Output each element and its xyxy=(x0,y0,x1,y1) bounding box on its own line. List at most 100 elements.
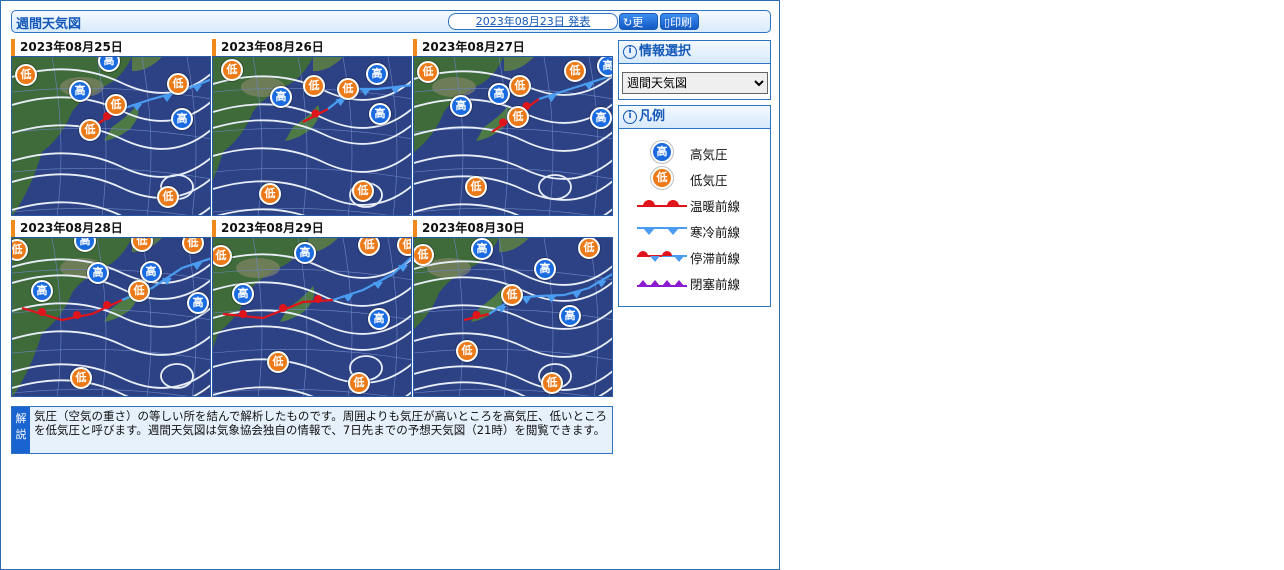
high-pressure-marker: 高 xyxy=(559,305,581,327)
legend-header: i 凡例 xyxy=(619,106,770,129)
low-pressure-marker: 低 xyxy=(456,340,478,362)
refresh-button[interactable]: ↻更新 xyxy=(619,13,658,46)
legend-item: 温暖前線 xyxy=(619,192,770,216)
warm-front-marker xyxy=(314,295,322,303)
warm-front-icon-svg xyxy=(637,200,687,207)
high-pressure-marker: 高 xyxy=(471,238,493,260)
low-pressure-marker: 低 xyxy=(128,280,150,302)
latlon-gridline xyxy=(12,349,210,360)
low-pressure-marker: 低 xyxy=(578,238,600,259)
map-cell[interactable]: 2023年08月28日低高高高低高低低高低 xyxy=(11,220,211,397)
map-date-label: 2023年08月26日 xyxy=(212,39,412,56)
high-pressure-marker: 高 xyxy=(450,95,472,117)
print-button[interactable]: ▯印刷 xyxy=(660,13,699,30)
high-pressure-marker: 高 xyxy=(270,86,292,108)
isobar-line xyxy=(414,365,612,391)
cold-front-marker xyxy=(192,263,202,270)
low-pressure-marker: 低 xyxy=(541,372,563,394)
isobar-line xyxy=(12,201,210,215)
cold-front-marker xyxy=(162,95,172,102)
map-cell[interactable]: 2023年08月27日低高高低低低高高低 xyxy=(413,39,613,216)
low-pressure-marker: 低 xyxy=(414,244,434,266)
low-pressure-marker: 低 xyxy=(337,78,359,100)
weather-map-image[interactable]: 低高低低高高低低 xyxy=(212,56,412,216)
high-pressure-marker: 高 xyxy=(294,242,316,264)
isobar-line xyxy=(12,330,210,356)
low-pressure-marker: 低 xyxy=(157,186,179,208)
warm-front-marker xyxy=(73,311,81,319)
low-pressure-marker: 低 xyxy=(564,60,586,82)
legend-label: 温暖前線 xyxy=(690,199,741,214)
weekly-weather-widget: 週間天気図 2023年08月23日 発表 ↻更新 ▯印刷 2023年08月25日… xyxy=(0,0,780,570)
map-date-label: 2023年08月27日 xyxy=(413,39,613,56)
map-cell[interactable]: 2023年08月29日低高高高低低低低 xyxy=(212,220,412,397)
isobar-line xyxy=(414,126,612,152)
northern-land xyxy=(132,57,162,72)
map-date-label: 2023年08月30日 xyxy=(413,220,613,237)
warm-front-marker xyxy=(103,301,111,309)
info-select-panel: i 情報選択 週間天気図 xyxy=(618,40,771,100)
cold-front-icon-svg xyxy=(637,227,687,235)
high-pressure-marker: 高 xyxy=(534,258,556,280)
warm-front-marker xyxy=(499,118,507,127)
low-pressure-marker: 低 xyxy=(303,75,325,97)
high-pressure-marker: 高 xyxy=(140,261,162,283)
low-pressure-marker: 低 xyxy=(501,284,523,306)
high-pressure-marker: 高 xyxy=(232,283,254,305)
legend-label: 停滞前線 xyxy=(690,251,741,266)
legend-title: 凡例 xyxy=(639,109,666,124)
northern-land xyxy=(313,57,343,72)
low-pressure-marker: 低 xyxy=(509,75,531,97)
explanation-box: 解説 気圧（空気の重さ）の等しい所を結んで解析したものです。周囲よりも気圧が高い… xyxy=(11,406,613,454)
low-pressure-marker: 低 xyxy=(15,64,37,86)
weather-map-image[interactable]: 低高高低低低高低 xyxy=(11,56,211,216)
map-cell[interactable]: 2023年08月30日低高低高低高低低 xyxy=(413,220,613,397)
cold-front-marker xyxy=(546,95,557,102)
refresh-icon: ↻ xyxy=(623,16,633,29)
low-pressure-marker: 低 xyxy=(259,183,281,205)
low-pressure-marker: 低 xyxy=(105,94,127,116)
weather-map-image[interactable]: 低高高高低高低低高低 xyxy=(11,237,211,397)
weather-map-image[interactable]: 低高高低低低高高低 xyxy=(413,56,613,216)
low-pressure-icon: 低 xyxy=(635,166,689,190)
low-pressure-marker: 低 xyxy=(221,59,243,81)
high-pressure-marker: 高 xyxy=(369,103,391,125)
page-title: 週間天気図 xyxy=(16,17,82,32)
high-pressure-marker: 高 xyxy=(368,308,390,330)
high-pressure-marker: 高 xyxy=(87,262,109,284)
isobar-line xyxy=(213,325,411,351)
low-pressure-marker: 低 xyxy=(507,106,529,128)
northern-land xyxy=(499,238,529,253)
map-cell[interactable]: 2023年08月26日低高低低高高低低 xyxy=(212,39,412,216)
low-pressure-marker: 低 xyxy=(70,367,92,389)
cold-front-marker xyxy=(373,282,383,289)
occluded-front-icon-svg xyxy=(637,280,687,287)
map-date-label: 2023年08月29日 xyxy=(212,220,412,237)
low-pressure-marker: 低 xyxy=(267,351,289,373)
cold-front-marker xyxy=(571,291,582,299)
cold-front-icon xyxy=(635,218,689,242)
latlon-gridline xyxy=(498,57,509,215)
high-pressure-marker: 高 xyxy=(366,63,388,85)
cold-front-marker xyxy=(343,295,353,302)
cold-front-marker xyxy=(360,89,371,96)
occluded-front-icon xyxy=(635,270,689,294)
info-select-dropdown[interactable]: 週間天気図 xyxy=(622,72,768,94)
northern-land xyxy=(504,57,534,72)
isobar-line xyxy=(12,173,210,199)
weather-map-image[interactable]: 低高高高低低低低 xyxy=(212,237,412,397)
isobar-line xyxy=(414,332,612,358)
map-date-label: 2023年08月25日 xyxy=(11,39,211,56)
isobar-line xyxy=(12,152,210,178)
published-date-link[interactable]: 2023年08月23日 発表 xyxy=(448,13,618,30)
explanation-tag: 解説 xyxy=(12,407,30,453)
map-cell[interactable]: 2023年08月25日低高高低低低高低 xyxy=(11,39,211,216)
isobar-line xyxy=(216,208,411,215)
warm-front-marker xyxy=(311,109,320,118)
legend-label: 低気圧 xyxy=(690,173,728,188)
latlon-gridline xyxy=(141,57,152,215)
weather-map-image[interactable]: 低高低高低高低低 xyxy=(413,237,613,397)
warm-front-marker xyxy=(279,304,287,312)
cold-front-marker xyxy=(192,85,202,92)
latlon-gridline xyxy=(12,389,188,396)
